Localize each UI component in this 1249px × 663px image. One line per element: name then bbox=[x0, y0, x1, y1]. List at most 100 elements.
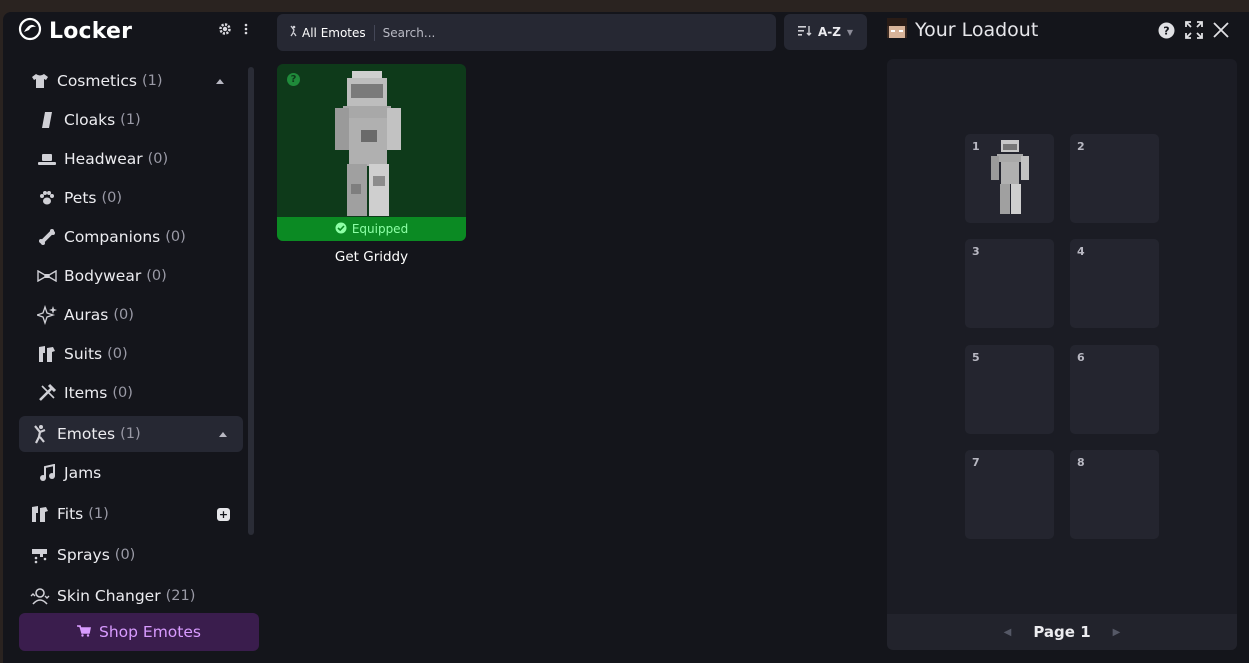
divider bbox=[373, 24, 375, 41]
collapse-caret-icon[interactable] bbox=[219, 432, 227, 437]
sidebar-item-label: Companions bbox=[64, 228, 161, 246]
slot-number: 3 bbox=[972, 245, 980, 258]
shirt-icon bbox=[29, 71, 51, 91]
close-icon[interactable] bbox=[1213, 22, 1229, 42]
sidebar-item-count: (0) bbox=[107, 346, 128, 362]
shop-emotes-label: Shop Emotes bbox=[99, 623, 201, 641]
sidebar-item-count: (1) bbox=[142, 73, 163, 89]
sidebar: Locker Cosmetics (1) Cloaks (1) Headwear bbox=[3, 12, 273, 663]
loadout-slot[interactable]: 4 bbox=[1070, 239, 1159, 328]
sidebar-item-fits[interactable]: Fits (1) bbox=[29, 496, 109, 532]
expand-icon[interactable] bbox=[1185, 21, 1203, 43]
spray-paint-icon bbox=[29, 545, 51, 565]
sidebar-item-cosmetics[interactable]: Cosmetics (1) bbox=[29, 63, 163, 99]
loadout-slot[interactable]: 7 bbox=[965, 450, 1054, 539]
page-label: Page 1 bbox=[1033, 623, 1091, 641]
sidebar-item-count: (21) bbox=[165, 588, 196, 604]
sidebar-item-suits[interactable]: Suits (0) bbox=[36, 336, 128, 372]
sidebar-item-headwear[interactable]: Headwear (0) bbox=[36, 141, 168, 177]
collapse-caret-icon[interactable] bbox=[216, 79, 224, 84]
loadout-slot[interactable]: 6 bbox=[1070, 345, 1159, 434]
sidebar-item-label: Cosmetics bbox=[57, 72, 137, 90]
locker-window: Locker Cosmetics (1) Cloaks (1) Headwear bbox=[3, 12, 1249, 663]
loadout-slot[interactable]: 2 bbox=[1070, 134, 1159, 223]
sidebar-item-count: (0) bbox=[146, 268, 167, 284]
bowtie-icon bbox=[36, 266, 58, 286]
loadout-slot[interactable]: 5 bbox=[965, 345, 1054, 434]
dancing-figure-icon bbox=[29, 424, 51, 444]
slot-number: 7 bbox=[972, 456, 980, 469]
sidebar-item-label: Bodywear bbox=[64, 267, 142, 285]
loadout-slot[interactable]: 3 bbox=[965, 239, 1054, 328]
pagination: ◀ Page 1 ▶ bbox=[887, 614, 1237, 650]
sidebar-item-count: (1) bbox=[120, 112, 141, 128]
chevron-down-icon: ▼ bbox=[846, 27, 854, 37]
sidebar-item-cloaks[interactable]: Cloaks (1) bbox=[36, 102, 141, 138]
sidebar-item-label: Cloaks bbox=[64, 111, 116, 129]
music-note-icon bbox=[36, 463, 58, 483]
sidebar-item-count: (1) bbox=[88, 506, 109, 522]
equipped-badge: Equipped bbox=[277, 217, 466, 241]
sidebar-item-label: Items bbox=[64, 384, 108, 402]
sidebar-item-emotes[interactable]: Emotes (1) bbox=[19, 416, 243, 452]
settings-gear-icon[interactable] bbox=[218, 22, 232, 40]
lunar-logo-icon bbox=[18, 17, 42, 45]
previous-page-icon[interactable]: ◀ bbox=[1004, 627, 1012, 638]
bone-icon bbox=[36, 227, 58, 247]
sidebar-item-items[interactable]: Items (0) bbox=[36, 375, 133, 411]
sidebar-item-label: Fits bbox=[57, 505, 84, 523]
brand-title: Locker bbox=[49, 18, 133, 44]
sidebar-item-pets[interactable]: Pets (0) bbox=[36, 180, 122, 216]
add-fit-plus-icon[interactable]: + bbox=[217, 508, 230, 521]
loadout-slot[interactable]: 8 bbox=[1070, 450, 1159, 539]
more-options-icon[interactable] bbox=[244, 23, 248, 39]
dancing-figure-icon bbox=[289, 25, 298, 40]
sidebar-item-bodywear[interactable]: Bodywear (0) bbox=[36, 258, 167, 294]
sidebar-item-label: Sprays bbox=[57, 546, 110, 564]
emote-card[interactable]: ? Equipped bbox=[277, 64, 466, 241]
svg-text:?: ? bbox=[1163, 24, 1169, 37]
cloak-icon bbox=[36, 110, 58, 130]
sort-button[interactable]: A-Z ▼ bbox=[784, 14, 867, 50]
check-circle-icon bbox=[335, 222, 347, 237]
brand: Locker bbox=[18, 17, 133, 45]
sparkles-icon bbox=[36, 305, 58, 325]
sort-icon bbox=[797, 25, 812, 39]
loadout-header: Your Loadout bbox=[887, 18, 1038, 42]
astronaut-figure-icon bbox=[335, 71, 401, 216]
sidebar-item-sprays[interactable]: Sprays (0) bbox=[29, 537, 135, 573]
help-circle-icon[interactable]: ? bbox=[1158, 22, 1175, 43]
equipped-label: Equipped bbox=[351, 222, 409, 236]
sort-label: A-Z bbox=[817, 25, 841, 39]
sidebar-item-auras[interactable]: Auras (0) bbox=[36, 297, 134, 333]
hat-icon bbox=[36, 149, 58, 169]
shop-emotes-button[interactable]: Shop Emotes bbox=[19, 613, 259, 651]
next-page-icon[interactable]: ▶ bbox=[1113, 627, 1121, 638]
slot-number: 8 bbox=[1077, 456, 1085, 469]
paw-icon bbox=[36, 188, 58, 208]
sidebar-item-count: (0) bbox=[147, 151, 169, 167]
sidebar-item-skin-changer[interactable]: Skin Changer (21) bbox=[29, 578, 195, 614]
slot-number: 5 bbox=[972, 351, 980, 364]
player-avatar bbox=[887, 18, 907, 42]
sidebar-item-label: Auras bbox=[64, 306, 109, 324]
loadout-title: Your Loadout bbox=[915, 19, 1039, 41]
users-swap-icon bbox=[29, 586, 51, 606]
slot-number: 2 bbox=[1077, 140, 1085, 153]
category-filter-dropdown[interactable]: All Emotes bbox=[277, 14, 366, 51]
search-input[interactable] bbox=[382, 25, 743, 40]
shopping-cart-icon bbox=[77, 623, 91, 641]
sidebar-item-count: (0) bbox=[101, 190, 123, 206]
tools-icon bbox=[36, 383, 58, 403]
sidebar-item-count: (0) bbox=[165, 229, 186, 245]
sidebar-item-companions[interactable]: Companions (0) bbox=[36, 219, 186, 255]
sidebar-item-jams[interactable]: Jams bbox=[36, 455, 101, 491]
slot-number: 4 bbox=[1077, 245, 1085, 258]
sidebar-scrollbar[interactable] bbox=[248, 67, 254, 535]
suit-icon bbox=[36, 344, 58, 364]
sidebar-item-label: Jams bbox=[64, 464, 102, 482]
loadout-slot[interactable]: 1 bbox=[965, 134, 1054, 223]
emote-card-title: Get Griddy bbox=[334, 249, 409, 265]
slot-number: 6 bbox=[1077, 351, 1085, 364]
filter-label: All Emotes bbox=[302, 25, 366, 40]
